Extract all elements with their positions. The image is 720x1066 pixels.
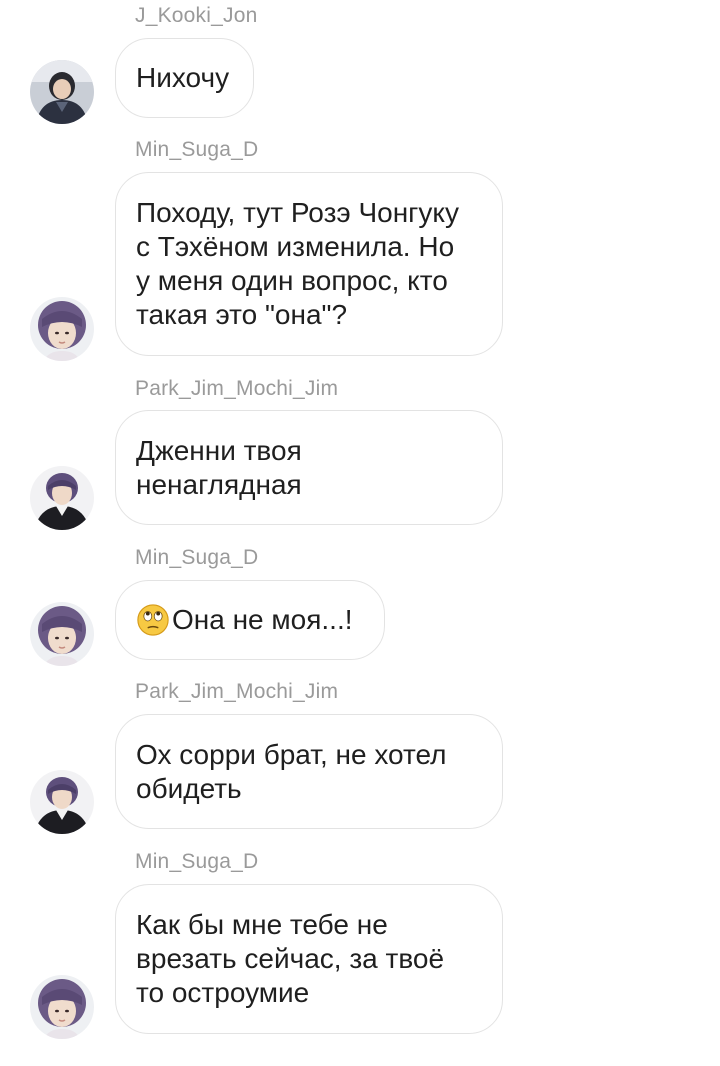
chat-thread: J_Kooki_Jon Нихочу Min_Suga_D Походу, ту… (0, 0, 720, 1066)
message-text: Дженни твоя ненаглядная (136, 434, 302, 500)
message-sender[interactable]: Park_Jim_Mochi_Jim (135, 377, 338, 401)
message-bubble[interactable]: Походу, тут Розэ Чонгуку с Тэхёном измен… (115, 172, 503, 356)
message-sender[interactable]: Park_Jim_Mochi_Jim (135, 680, 338, 704)
avatar[interactable] (30, 297, 94, 361)
user-avatar-icon (30, 602, 94, 666)
message-bubble[interactable]: Как бы мне тебе не врезать сейчас, за тв… (115, 884, 503, 1034)
avatar[interactable] (30, 602, 94, 666)
face-with-rolling-eyes-emoji (137, 604, 169, 636)
message-sender[interactable]: Min_Suga_D (135, 546, 258, 570)
message-bubble[interactable]: Она не моя...! (115, 580, 385, 660)
message-content: Она не моя...! (136, 603, 353, 637)
message-text: Походу, тут Розэ Чонгуку с Тэхёном измен… (136, 197, 459, 330)
message-text: Она не моя...! (172, 604, 353, 635)
message-text: Нихочу (136, 62, 230, 93)
avatar[interactable] (30, 975, 94, 1039)
user-avatar-icon (30, 60, 94, 124)
message-sender[interactable]: Min_Suga_D (135, 138, 258, 162)
message-sender[interactable]: Min_Suga_D (135, 850, 258, 874)
user-avatar-icon (30, 975, 94, 1039)
message-bubble[interactable]: Ох сорри брат, не хотел обидеть (115, 714, 503, 829)
message-text: Как бы мне тебе не врезать сейчас, за тв… (136, 909, 445, 1008)
avatar[interactable] (30, 466, 94, 530)
user-avatar-icon (30, 466, 94, 530)
avatar[interactable] (30, 60, 94, 124)
message-sender[interactable]: J_Kooki_Jon (135, 4, 257, 28)
user-avatar-icon (30, 297, 94, 361)
message-bubble[interactable]: Дженни твоя ненаглядная (115, 410, 503, 525)
user-avatar-icon (30, 770, 94, 834)
avatar[interactable] (30, 770, 94, 834)
message-text: Ох сорри брат, не хотел обидеть (136, 738, 447, 804)
message-bubble[interactable]: Нихочу (115, 38, 254, 118)
